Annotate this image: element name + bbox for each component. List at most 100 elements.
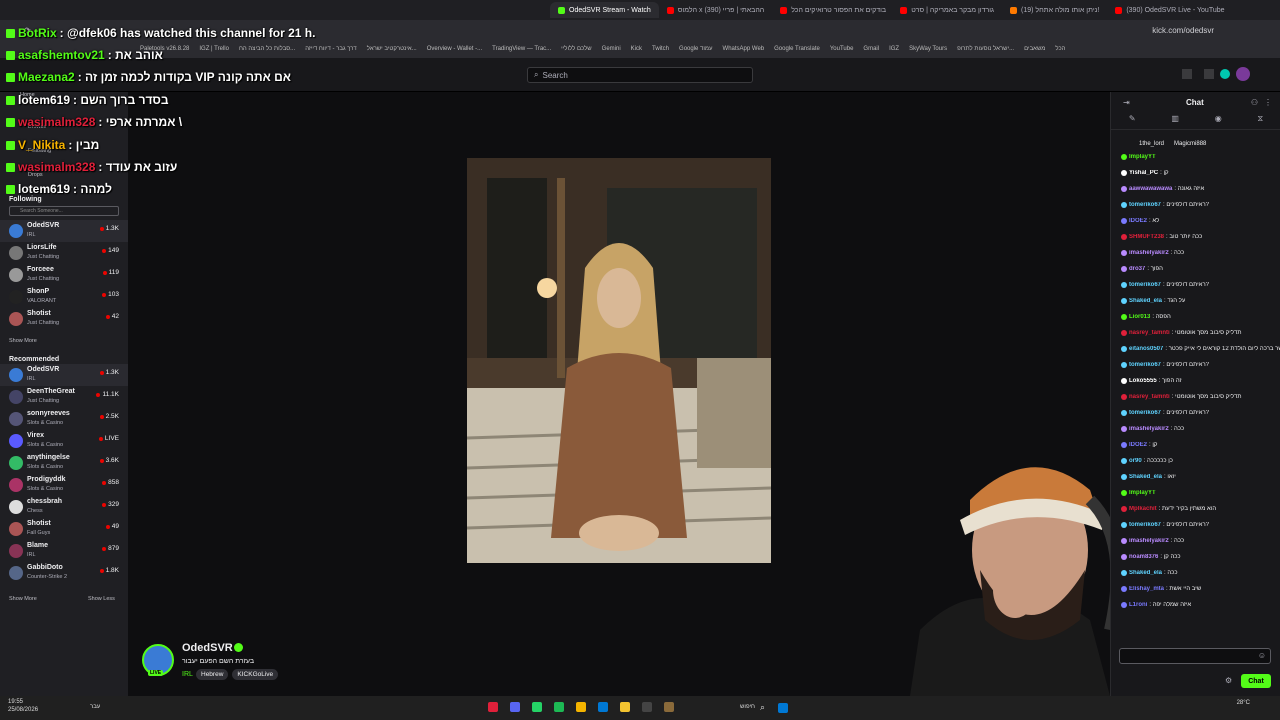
chat-username[interactable]: Lior013: [1129, 314, 1150, 320]
bookmark-item[interactable]: Kick: [631, 46, 642, 52]
browser-tab[interactable]: OdedSVR Stream - Watch: [550, 2, 659, 18]
trash-icon[interactable]: ▥: [1171, 114, 1179, 129]
bookmark-item[interactable]: SkyWay Tours: [909, 46, 947, 52]
video-player[interactable]: [467, 158, 771, 563]
sidebar-channel-item[interactable]: OdedSVR IRL 1.3K: [0, 364, 128, 386]
chat-username[interactable]: Loko5555: [1129, 378, 1157, 384]
show-less-button[interactable]: Show Less: [88, 596, 115, 602]
sidebar-channel-item[interactable]: chessbrah Chess 329: [0, 496, 128, 518]
browser-tab[interactable]: (19) ניתן אותו מולה אתחל!: [1002, 2, 1107, 18]
chrome-icon[interactable]: [576, 702, 586, 712]
sidebar-search-input[interactable]: Search Someone...: [9, 206, 119, 216]
bookmark-item[interactable]: IGZ | Trello: [199, 46, 229, 52]
chat-username[interactable]: aawwawawawa: [1129, 186, 1172, 192]
terminal-icon[interactable]: [642, 702, 652, 712]
chat-username[interactable]: Yishal_PC: [1129, 170, 1158, 176]
chat-username[interactable]: ImplayYT: [1129, 490, 1156, 496]
store-icon[interactable]: [598, 702, 608, 712]
bookmark-item[interactable]: הכל: [1055, 46, 1065, 52]
sidebar-channel-item[interactable]: Shotist Just Chatting 42: [0, 308, 128, 330]
notification-icon[interactable]: [1220, 69, 1230, 79]
bookmark-item[interactable]: TradingView — Trac...: [492, 46, 551, 52]
sidebar-channel-item[interactable]: Forceee Just Chatting 119: [0, 264, 128, 286]
sidebar-channel-item[interactable]: LiorsLife Just Chatting 149: [0, 242, 128, 264]
filter-icon[interactable]: ⧖: [1257, 114, 1263, 129]
emoji-icon[interactable]: ☺: [1258, 651, 1266, 660]
whatsapp-icon[interactable]: [532, 702, 542, 712]
sidebar-channel-item[interactable]: Shotist Fall Guys 49: [0, 518, 128, 540]
browser-tab[interactable]: גורדון מבקר באמריקה | סרט: [892, 2, 1002, 18]
taskbar-clock[interactable]: 19:55 25/08/2026: [8, 698, 38, 714]
chat-username[interactable]: imashelyakir2: [1129, 426, 1169, 432]
chat-send-button[interactable]: Chat: [1241, 674, 1271, 688]
folder-icon[interactable]: [620, 702, 630, 712]
chat-username[interactable]: nasrey_tamnti: [1129, 394, 1170, 400]
chat-username[interactable]: tomeriko67: [1129, 202, 1161, 208]
chat-username[interactable]: Elishay_mta: [1129, 586, 1164, 592]
bookmark-item[interactable]: YouTube: [830, 46, 854, 52]
collapse-chat-icon[interactable]: ⇥: [1123, 98, 1130, 107]
search-icon[interactable]: ⌕: [760, 702, 765, 713]
sidebar-channel-item[interactable]: sonnyreeves Slots & Casino 2.5K: [0, 408, 128, 430]
spotify-icon[interactable]: [554, 702, 564, 712]
chat-username[interactable]: tomeriko67: [1129, 282, 1161, 288]
chat-username[interactable]: tomeriko67: [1129, 522, 1161, 528]
bookmark-item[interactable]: Gmail: [863, 46, 879, 52]
chat-username[interactable]: L1roni: [1129, 602, 1147, 608]
tag-hebrew[interactable]: Hebrew: [196, 669, 229, 680]
chat-settings-icon[interactable]: ⚙: [1225, 676, 1232, 685]
avatar[interactable]: [1236, 67, 1250, 81]
chat-bubble-icon[interactable]: ◉: [1215, 114, 1222, 129]
bookmark-item[interactable]: משאבים: [1024, 46, 1045, 52]
bookmark-item[interactable]: Google Translate: [774, 46, 820, 52]
chat-input[interactable]: ☺: [1119, 648, 1271, 664]
chat-username[interactable]: IDOE2: [1129, 218, 1147, 224]
language-indicator[interactable]: עבר: [90, 704, 100, 710]
tag-kickgolive[interactable]: KICKGoLive: [232, 669, 279, 680]
sidebar-channel-item[interactable]: ShonP VALORANT 103: [0, 286, 128, 308]
chat-username[interactable]: dro37: [1129, 266, 1145, 272]
bookmark-item[interactable]: Gemini: [602, 46, 621, 52]
chat-username[interactable]: tomeriko67: [1129, 362, 1161, 368]
chat-username[interactable]: imashelyakir2: [1129, 250, 1169, 256]
show-more-following-button[interactable]: Show More: [9, 338, 37, 344]
users-icon[interactable]: ⚇: [1251, 98, 1258, 107]
windows-start-icon[interactable]: [778, 703, 788, 713]
chat-username[interactable]: IDOE2: [1129, 442, 1147, 448]
sidebar-channel-item[interactable]: Virex Slots & Casino LIVE: [0, 430, 128, 452]
sidebar-channel-item[interactable]: GabbiDoto Counter-Strike 2 1.8K: [0, 562, 128, 584]
sidebar-channel-item[interactable]: Blame IRL 879: [0, 540, 128, 562]
bookmark-item[interactable]: סבלות כל הביצה הח...: [239, 46, 295, 52]
bookmark-item[interactable]: דרך גבר - דיווח דייזה: [305, 46, 357, 52]
sidebar-channel-item[interactable]: anythingelse Slots & Casino 3.6K: [0, 452, 128, 474]
bookmark-item[interactable]: אינטרקטיב ישראל...: [367, 46, 417, 52]
top-user-1[interactable]: 1the_lord: [1139, 141, 1164, 147]
pin-icon[interactable]: ✎: [1129, 114, 1136, 129]
channel-name[interactable]: OdedSVR: [182, 642, 233, 654]
top-user-2[interactable]: Magicmi888: [1174, 141, 1206, 147]
browser-tab[interactable]: בודקים את הפסור טרואיקים הכל: [772, 2, 892, 18]
bookmark-item[interactable]: Twitch: [652, 46, 669, 52]
chat-username[interactable]: ImplayYT: [1129, 154, 1156, 160]
discord-icon[interactable]: [510, 702, 520, 712]
bookmark-item[interactable]: Overview - Wallet -...: [427, 46, 482, 52]
bookmark-item[interactable]: WhatsApp Web: [723, 46, 765, 52]
url-text[interactable]: kick.com/odedsvr: [1152, 26, 1214, 35]
taskbar-search[interactable]: חיפוש: [740, 704, 755, 710]
bookmark-item[interactable]: שלכם ללוליי: [561, 46, 591, 52]
show-more-button[interactable]: Show More: [9, 596, 37, 602]
search-input[interactable]: ⌕ Search: [527, 67, 753, 83]
chat-username[interactable]: SHMUFT238: [1129, 234, 1164, 240]
sidebar-channel-item[interactable]: DeenTheGreat Just Chatting 11.1K: [0, 386, 128, 408]
browser-tab[interactable]: הלמוס x ההבאתי | פריי (390): [659, 2, 772, 18]
chat-username[interactable]: Shaked_ela: [1129, 298, 1162, 304]
prime-icon[interactable]: [1182, 69, 1192, 79]
bookmark-item[interactable]: IGZ: [889, 46, 899, 52]
chat-username[interactable]: noam8376: [1129, 554, 1158, 560]
chat-username[interactable]: eitanos0507: [1129, 346, 1163, 352]
sidebar-channel-item[interactable]: OdedSVR IRL 1.3K: [0, 220, 128, 242]
inbox-icon[interactable]: [1204, 69, 1214, 79]
chat-username[interactable]: tomeriko67: [1129, 410, 1161, 416]
sidebar-channel-item[interactable]: Prodigyddk Slots & Casino 858: [0, 474, 128, 496]
chat-username[interactable]: imashelyakir2: [1129, 538, 1169, 544]
